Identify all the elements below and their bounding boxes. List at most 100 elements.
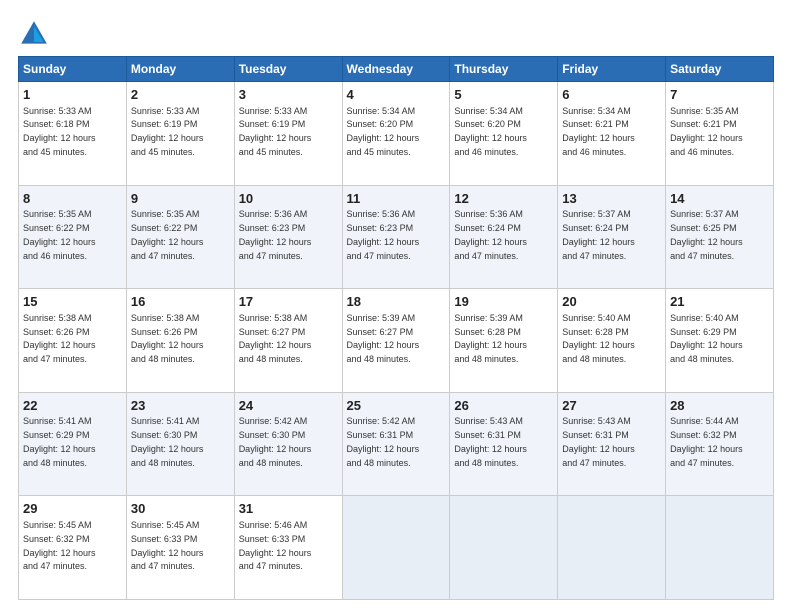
cell-text: Sunrise: 5:42 AMSunset: 6:30 PMDaylight:… — [239, 416, 312, 467]
calendar-cell: 22Sunrise: 5:41 AMSunset: 6:29 PMDayligh… — [19, 392, 127, 496]
page: SundayMondayTuesdayWednesdayThursdayFrid… — [0, 0, 792, 612]
day-number: 5 — [454, 86, 553, 104]
calendar-cell: 8Sunrise: 5:35 AMSunset: 6:22 PMDaylight… — [19, 185, 127, 289]
week-row-1: 1 Sunrise: 5:33 AMSunset: 6:18 PMDaylight… — [19, 82, 774, 186]
logo — [18, 18, 54, 50]
cell-text: Sunrise: 5:42 AMSunset: 6:31 PMDaylight:… — [347, 416, 420, 467]
day-number: 27 — [562, 397, 661, 415]
day-number: 23 — [131, 397, 230, 415]
cell-text: Sunrise: 5:36 AMSunset: 6:24 PMDaylight:… — [454, 209, 527, 260]
calendar-cell: 28Sunrise: 5:44 AMSunset: 6:32 PMDayligh… — [666, 392, 774, 496]
cell-text: Sunrise: 5:46 AMSunset: 6:33 PMDaylight:… — [239, 520, 312, 571]
cell-text: Sunrise: 5:36 AMSunset: 6:23 PMDaylight:… — [239, 209, 312, 260]
day-number: 8 — [23, 190, 122, 208]
calendar-cell: 15 Sunrise: 5:38 AMSunset: 6:26 PMDayligh… — [19, 289, 127, 393]
calendar-cell: 17Sunrise: 5:38 AMSunset: 6:27 PMDayligh… — [234, 289, 342, 393]
calendar-cell: 18 Sunrise: 5:39 AMSunset: 6:27 PMDayligh… — [342, 289, 450, 393]
day-header-friday: Friday — [558, 57, 666, 82]
cell-text: Sunrise: 5:35 AMSunset: 6:21 PMDaylight:… — [670, 106, 743, 157]
cell-text: Sunrise: 5:43 AMSunset: 6:31 PMDaylight:… — [454, 416, 527, 467]
week-row-3: 15 Sunrise: 5:38 AMSunset: 6:26 PMDayligh… — [19, 289, 774, 393]
calendar-cell: 31 Sunrise: 5:46 AMSunset: 6:33 PMDayligh… — [234, 496, 342, 600]
day-number: 6 — [562, 86, 661, 104]
calendar-table: SundayMondayTuesdayWednesdayThursdayFrid… — [18, 56, 774, 600]
cell-text: Sunrise: 5:37 AMSunset: 6:24 PMDaylight:… — [562, 209, 635, 260]
cell-text: Sunrise: 5:40 AMSunset: 6:28 PMDaylight:… — [562, 313, 635, 364]
day-number: 3 — [239, 86, 338, 104]
calendar-cell: 4Sunrise: 5:34 AMSunset: 6:20 PMDaylight… — [342, 82, 450, 186]
day-number: 18 — [347, 293, 446, 311]
calendar-cell: 23Sunrise: 5:41 AMSunset: 6:30 PMDayligh… — [126, 392, 234, 496]
calendar-cell: 14Sunrise: 5:37 AMSunset: 6:25 PMDayligh… — [666, 185, 774, 289]
day-header-wednesday: Wednesday — [342, 57, 450, 82]
day-number: 19 — [454, 293, 553, 311]
day-number: 15 — [23, 293, 122, 311]
cell-text: Sunrise: 5:34 AMSunset: 6:20 PMDaylight:… — [347, 106, 420, 157]
calendar-cell: 21 Sunrise: 5:40 AMSunset: 6:29 PMDayligh… — [666, 289, 774, 393]
cell-text: Sunrise: 5:43 AMSunset: 6:31 PMDaylight:… — [562, 416, 635, 467]
day-header-sunday: Sunday — [19, 57, 127, 82]
day-header-saturday: Saturday — [666, 57, 774, 82]
calendar-cell: 29Sunrise: 5:45 AMSunset: 6:32 PMDayligh… — [19, 496, 127, 600]
calendar-cell: 27Sunrise: 5:43 AMSunset: 6:31 PMDayligh… — [558, 392, 666, 496]
week-row-4: 22Sunrise: 5:41 AMSunset: 6:29 PMDayligh… — [19, 392, 774, 496]
cell-text: Sunrise: 5:36 AMSunset: 6:23 PMDaylight:… — [347, 209, 420, 260]
cell-text: Sunrise: 5:40 AMSunset: 6:29 PMDaylight:… — [670, 313, 743, 364]
calendar-cell: 25Sunrise: 5:42 AMSunset: 6:31 PMDayligh… — [342, 392, 450, 496]
day-number: 24 — [239, 397, 338, 415]
calendar-cell: 16 Sunrise: 5:38 AMSunset: 6:26 PMDayligh… — [126, 289, 234, 393]
cell-text: Sunrise: 5:33 AMSunset: 6:18 PMDaylight:… — [23, 106, 96, 157]
day-number: 11 — [347, 190, 446, 208]
day-number: 1 — [23, 86, 122, 104]
day-number: 21 — [670, 293, 769, 311]
day-number: 26 — [454, 397, 553, 415]
day-number: 31 — [239, 500, 338, 518]
calendar-cell: 2Sunrise: 5:33 AMSunset: 6:19 PMDaylight… — [126, 82, 234, 186]
day-number: 30 — [131, 500, 230, 518]
cell-text: Sunrise: 5:34 AMSunset: 6:21 PMDaylight:… — [562, 106, 635, 157]
day-number: 20 — [562, 293, 661, 311]
calendar-cell — [666, 496, 774, 600]
calendar-cell: 26Sunrise: 5:43 AMSunset: 6:31 PMDayligh… — [450, 392, 558, 496]
calendar-cell — [450, 496, 558, 600]
calendar-cell: 30 Sunrise: 5:45 AMSunset: 6:33 PMDayligh… — [126, 496, 234, 600]
calendar-cell: 12Sunrise: 5:36 AMSunset: 6:24 PMDayligh… — [450, 185, 558, 289]
day-number: 16 — [131, 293, 230, 311]
day-number: 10 — [239, 190, 338, 208]
day-header-tuesday: Tuesday — [234, 57, 342, 82]
calendar-cell: 19Sunrise: 5:39 AMSunset: 6:28 PMDayligh… — [450, 289, 558, 393]
calendar-cell: 1 Sunrise: 5:33 AMSunset: 6:18 PMDaylight… — [19, 82, 127, 186]
calendar-cell: 11Sunrise: 5:36 AMSunset: 6:23 PMDayligh… — [342, 185, 450, 289]
day-number: 22 — [23, 397, 122, 415]
cell-text: Sunrise: 5:39 AMSunset: 6:27 PMDaylight:… — [347, 313, 420, 364]
day-number: 28 — [670, 397, 769, 415]
day-number: 12 — [454, 190, 553, 208]
calendar-cell: 24Sunrise: 5:42 AMSunset: 6:30 PMDayligh… — [234, 392, 342, 496]
day-header-monday: Monday — [126, 57, 234, 82]
cell-text: Sunrise: 5:35 AMSunset: 6:22 PMDaylight:… — [131, 209, 204, 260]
cell-text: Sunrise: 5:45 AMSunset: 6:33 PMDaylight:… — [131, 520, 204, 571]
calendar-cell: 13Sunrise: 5:37 AMSunset: 6:24 PMDayligh… — [558, 185, 666, 289]
day-number: 14 — [670, 190, 769, 208]
cell-text: Sunrise: 5:34 AMSunset: 6:20 PMDaylight:… — [454, 106, 527, 157]
day-number: 7 — [670, 86, 769, 104]
week-row-2: 8Sunrise: 5:35 AMSunset: 6:22 PMDaylight… — [19, 185, 774, 289]
day-number: 29 — [23, 500, 122, 518]
calendar-cell: 9Sunrise: 5:35 AMSunset: 6:22 PMDaylight… — [126, 185, 234, 289]
calendar-cell — [342, 496, 450, 600]
day-number: 2 — [131, 86, 230, 104]
day-number: 13 — [562, 190, 661, 208]
cell-text: Sunrise: 5:44 AMSunset: 6:32 PMDaylight:… — [670, 416, 743, 467]
calendar-cell: 5 Sunrise: 5:34 AMSunset: 6:20 PMDaylight… — [450, 82, 558, 186]
cell-text: Sunrise: 5:38 AMSunset: 6:26 PMDaylight:… — [131, 313, 204, 364]
header — [18, 18, 774, 50]
cell-text: Sunrise: 5:35 AMSunset: 6:22 PMDaylight:… — [23, 209, 96, 260]
cell-text: Sunrise: 5:38 AMSunset: 6:27 PMDaylight:… — [239, 313, 312, 364]
cell-text: Sunrise: 5:38 AMSunset: 6:26 PMDaylight:… — [23, 313, 96, 364]
week-row-5: 29Sunrise: 5:45 AMSunset: 6:32 PMDayligh… — [19, 496, 774, 600]
calendar-cell: 7 Sunrise: 5:35 AMSunset: 6:21 PMDaylight… — [666, 82, 774, 186]
day-number: 25 — [347, 397, 446, 415]
header-row: SundayMondayTuesdayWednesdayThursdayFrid… — [19, 57, 774, 82]
cell-text: Sunrise: 5:37 AMSunset: 6:25 PMDaylight:… — [670, 209, 743, 260]
cell-text: Sunrise: 5:33 AMSunset: 6:19 PMDaylight:… — [239, 106, 312, 157]
